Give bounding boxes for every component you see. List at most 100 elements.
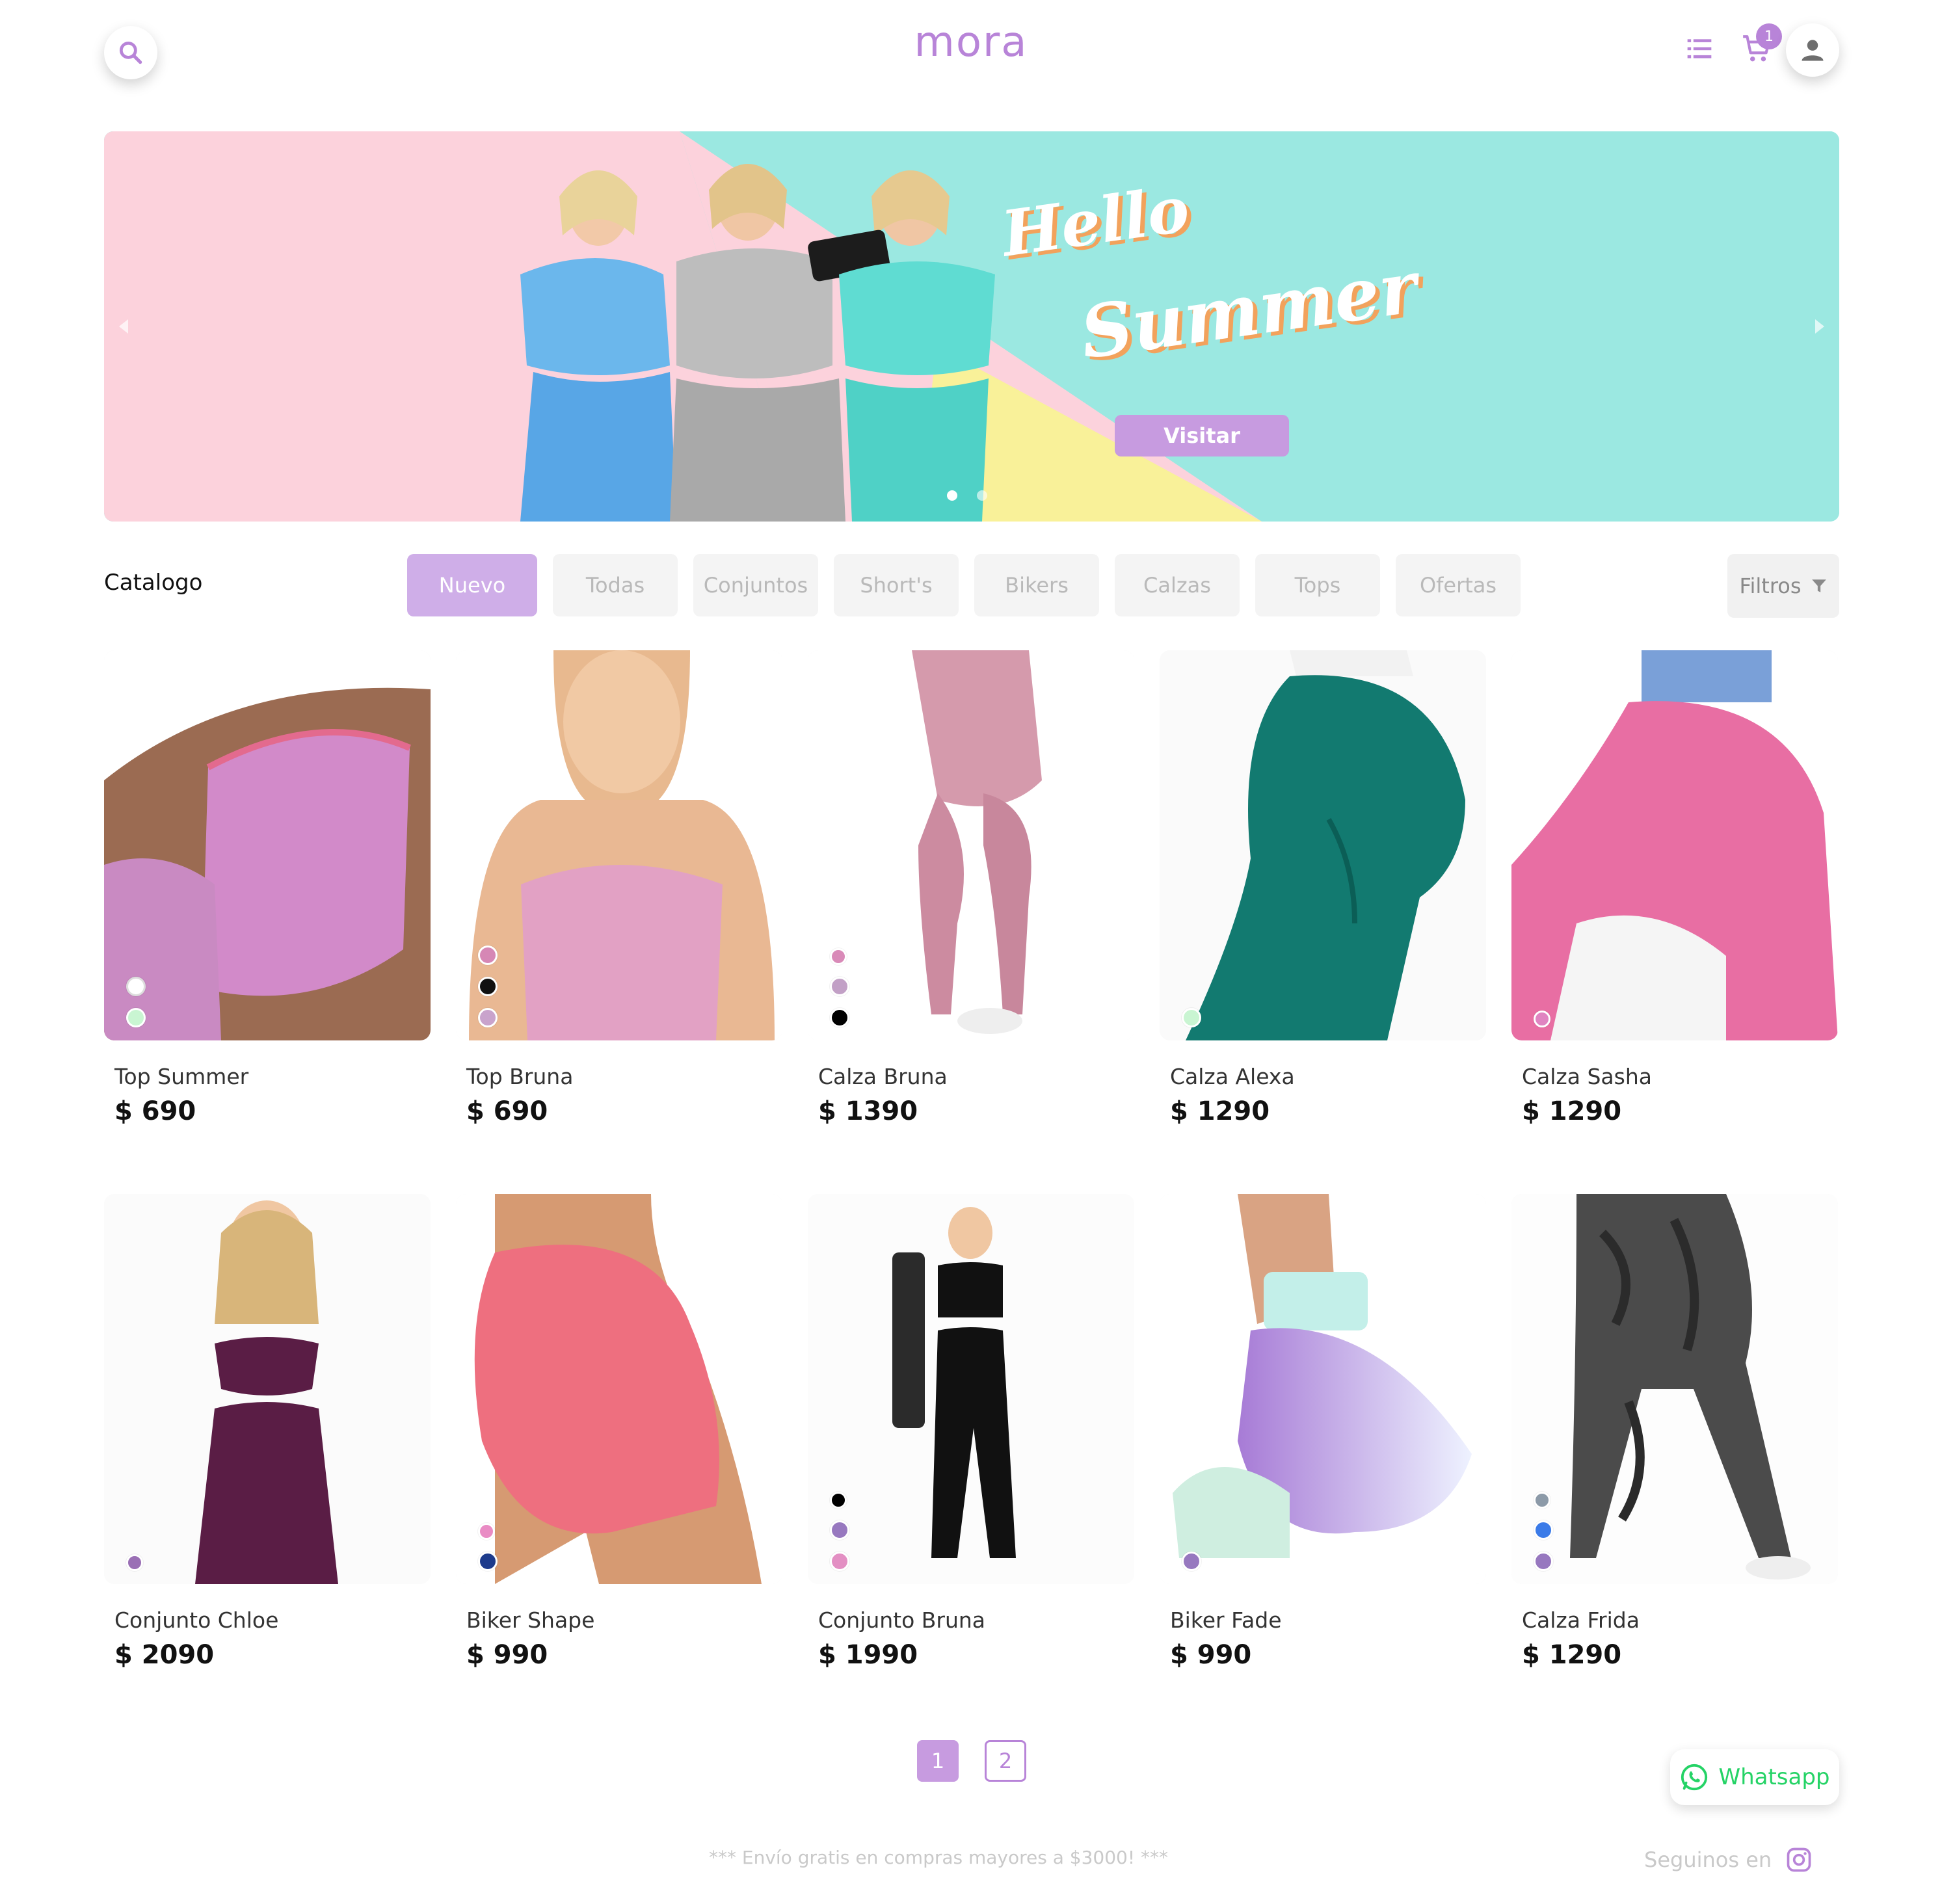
product-card[interactable]: Calza Frida $ 1290	[1511, 1194, 1838, 1738]
banner-visit-button[interactable]: Visitar	[1115, 415, 1289, 456]
instagram-icon[interactable]	[1785, 1845, 1813, 1874]
whatsapp-icon	[1681, 1764, 1708, 1791]
color-swatches	[1534, 1492, 1553, 1571]
hero-banner[interactable]: Hello Summer Visitar	[104, 131, 1839, 522]
color-swatch[interactable]	[478, 977, 498, 996]
color-swatch[interactable]	[1534, 1520, 1553, 1540]
product-card[interactable]: Biker Fade $ 990	[1160, 1194, 1486, 1738]
color-swatch[interactable]	[1534, 1492, 1550, 1509]
product-image[interactable]	[456, 1194, 782, 1584]
product-card[interactable]: Top Summer $ 690	[104, 650, 431, 1194]
color-swatches	[1182, 1552, 1201, 1571]
product-name[interactable]: Calza Alexa	[1170, 1064, 1295, 1089]
product-price: $ 2090	[114, 1640, 215, 1670]
chevron-right-icon	[1815, 319, 1824, 334]
page-button-2[interactable]: 2	[985, 1740, 1026, 1782]
tab-nuevo[interactable]: Nuevo	[407, 554, 537, 616]
color-swatch[interactable]	[478, 945, 498, 965]
logo[interactable]: mora	[0, 18, 1942, 66]
tab-conjuntos[interactable]: Conjuntos	[693, 554, 818, 616]
carousel-dots	[947, 490, 987, 501]
color-swatch[interactable]	[830, 1008, 849, 1027]
list-icon	[1687, 39, 1712, 59]
cart-count-badge: 1	[1756, 23, 1782, 49]
product-price: $ 690	[466, 1096, 548, 1126]
product-name[interactable]: Conjunto Chloe	[114, 1607, 278, 1633]
tab-todas[interactable]: Todas	[553, 554, 678, 616]
color-swatches	[478, 945, 498, 1027]
user-icon	[1802, 40, 1824, 61]
product-price: $ 1390	[818, 1096, 918, 1126]
color-swatch[interactable]	[126, 1554, 143, 1571]
carousel-dot[interactable]	[947, 490, 957, 501]
filters-button[interactable]: Filtros	[1727, 554, 1839, 618]
product-card[interactable]: Conjunto Bruna $ 1990	[808, 1194, 1134, 1738]
product-price: $ 1990	[818, 1640, 918, 1670]
product-name[interactable]: Biker Shape	[466, 1607, 594, 1633]
product-price: $ 1290	[1170, 1096, 1270, 1126]
whatsapp-button[interactable]: Whatsapp	[1670, 1749, 1839, 1805]
product-name[interactable]: Calza Bruna	[818, 1064, 948, 1089]
product-name[interactable]: Top Summer	[114, 1064, 248, 1089]
product-name[interactable]: Calza Sasha	[1522, 1064, 1652, 1089]
shipping-notice: *** Envío gratis en compras mayores a $3…	[708, 1847, 1168, 1868]
product-image[interactable]	[808, 650, 1134, 1040]
banner-prev-arrow[interactable]	[111, 311, 137, 342]
color-swatch[interactable]	[830, 977, 849, 996]
product-card[interactable]: Biker Shape $ 990	[456, 1194, 782, 1738]
product-name[interactable]: Calza Frida	[1522, 1607, 1640, 1633]
page-button-1[interactable]: 1	[917, 1740, 959, 1782]
color-swatch[interactable]	[830, 1520, 849, 1540]
product-image[interactable]	[1511, 650, 1838, 1040]
color-swatch[interactable]	[830, 1492, 847, 1509]
color-swatch[interactable]	[126, 1008, 146, 1027]
color-swatch[interactable]	[1182, 1552, 1201, 1571]
product-price: $ 1290	[1522, 1640, 1622, 1670]
color-swatch[interactable]	[126, 977, 146, 996]
tab-tops[interactable]: Tops	[1255, 554, 1380, 616]
product-name[interactable]: Conjunto Bruna	[818, 1607, 985, 1633]
product-image[interactable]	[808, 1194, 1134, 1584]
tab-ofertas[interactable]: Ofertas	[1396, 554, 1521, 616]
product-name[interactable]: Biker Fade	[1170, 1607, 1282, 1633]
color-swatch[interactable]	[478, 1523, 495, 1540]
color-swatch[interactable]	[1182, 1008, 1201, 1027]
product-card[interactable]: Conjunto Chloe $ 2090	[104, 1194, 431, 1738]
banner-models-illustration	[520, 164, 995, 522]
banner-next-arrow[interactable]	[1807, 311, 1833, 342]
product-card[interactable]: Calza Alexa $ 1290	[1160, 650, 1486, 1194]
account-button[interactable]	[1786, 23, 1839, 77]
pagination: 1 2	[917, 1740, 1026, 1782]
product-image[interactable]	[1160, 650, 1486, 1040]
follow-label: Seguinos en	[1644, 1847, 1772, 1872]
product-name[interactable]: Top Bruna	[466, 1064, 573, 1089]
color-swatch[interactable]	[1534, 1552, 1553, 1571]
color-swatch[interactable]	[830, 948, 847, 965]
banner-background	[104, 131, 1839, 522]
carousel-dot[interactable]	[977, 490, 987, 501]
product-card[interactable]: Top Bruna $ 690	[456, 650, 782, 1194]
tab-shorts[interactable]: Short's	[834, 554, 959, 616]
color-swatches	[126, 1554, 143, 1571]
filter-funnel-icon	[1811, 579, 1826, 592]
menu-list-button[interactable]	[1683, 29, 1716, 69]
color-swatch[interactable]	[830, 1552, 849, 1571]
product-image[interactable]	[104, 650, 431, 1040]
social-follow: Seguinos en	[1644, 1845, 1813, 1874]
product-price: $ 1290	[1522, 1096, 1622, 1126]
product-image[interactable]	[1511, 1194, 1838, 1584]
product-card[interactable]: Calza Bruna $ 1390	[808, 650, 1134, 1194]
product-image[interactable]	[1160, 1194, 1486, 1584]
whatsapp-label: Whatsapp	[1718, 1764, 1830, 1790]
color-swatch[interactable]	[478, 1552, 498, 1571]
color-swatches	[830, 1492, 849, 1571]
color-swatch[interactable]	[1534, 1011, 1550, 1027]
color-swatch[interactable]	[478, 1008, 498, 1027]
color-swatches	[1534, 1011, 1550, 1027]
tab-calzas[interactable]: Calzas	[1115, 554, 1240, 616]
tab-bikers[interactable]: Bikers	[974, 554, 1099, 616]
product-image[interactable]	[456, 650, 782, 1040]
product-image[interactable]	[104, 1194, 431, 1584]
product-card[interactable]: Calza Sasha $ 1290	[1511, 650, 1838, 1194]
cart-button[interactable]: 1	[1735, 23, 1782, 69]
